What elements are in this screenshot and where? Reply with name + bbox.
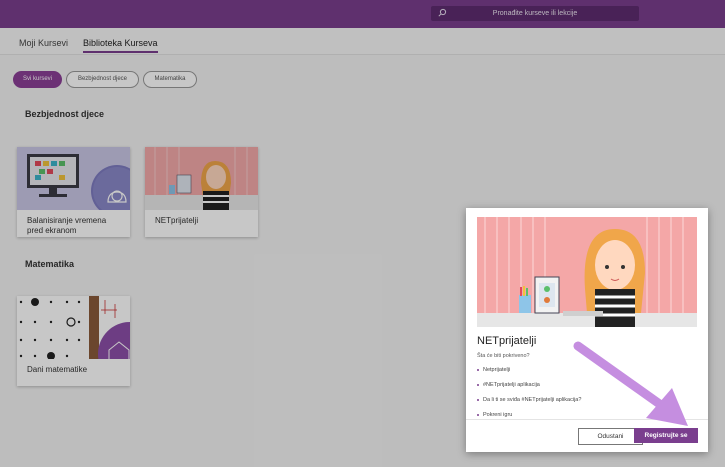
list-item: Netprijatelji [477, 363, 581, 378]
course-detail-dialog: NETprijatelji Šta će biti pokriveno? Net… [466, 208, 708, 452]
register-button[interactable]: Registrujte se [634, 428, 698, 443]
list-item: Da li ti se sviđa #NETprijatelji aplikac… [477, 393, 581, 408]
dialog-title: NETprijatelji [477, 335, 537, 347]
topic-list: Netprijatelji #NETprijatelji aplikacija … [477, 363, 581, 423]
dialog-footer: Odustani Registrujte se [466, 419, 708, 453]
dialog-question: Šta će biti pokriveno? [477, 353, 530, 359]
list-item: #NETprijatelji aplikacija [477, 378, 581, 393]
course-hero-image [477, 217, 697, 327]
